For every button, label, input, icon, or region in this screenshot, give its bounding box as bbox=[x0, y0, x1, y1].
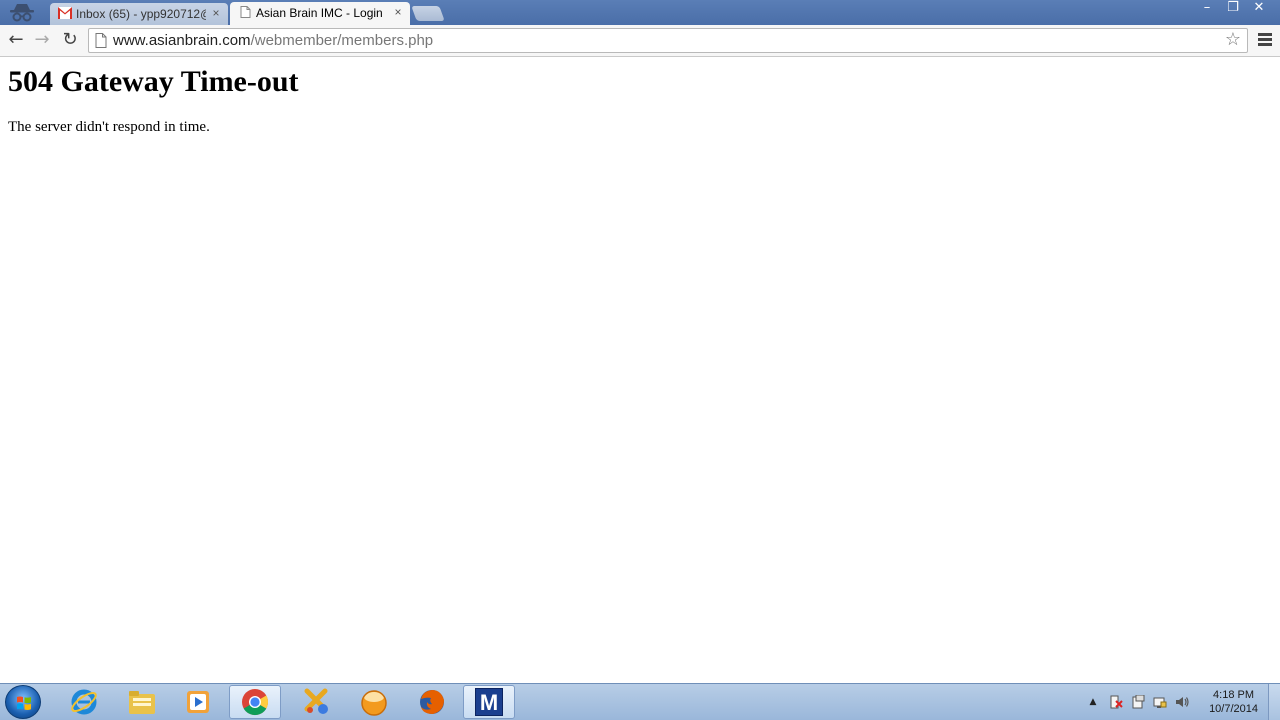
volume-icon[interactable] bbox=[1175, 695, 1189, 709]
close-window-button[interactable]: ✕ bbox=[1246, 0, 1272, 18]
action-center-icon[interactable] bbox=[1109, 695, 1123, 709]
taskbar-orange-app[interactable] bbox=[348, 685, 400, 719]
address-bar[interactable]: www.asianbrain.com/webmember/members.php… bbox=[88, 28, 1248, 53]
tab-close-icon[interactable]: × bbox=[392, 4, 404, 20]
taskbar-clock[interactable]: 4:18 PM 10/7/2014 bbox=[1209, 688, 1258, 716]
window-controls: – ❐ ✕ bbox=[1194, 0, 1272, 18]
browser-titlebar: Inbox (65) - ypp920712@g × Asian Brain I… bbox=[0, 0, 1280, 25]
tab-title: Asian Brain IMC - Login bbox=[256, 6, 383, 20]
url-host: www.asianbrain.com bbox=[113, 32, 251, 49]
file-explorer-icon bbox=[129, 691, 155, 714]
bookmark-star-icon[interactable]: ☆ bbox=[1223, 30, 1243, 50]
taskbar-file-explorer[interactable] bbox=[116, 685, 168, 719]
clock-time: 4:18 PM bbox=[1213, 689, 1255, 701]
tab-title: Inbox (65) - ypp920712@g bbox=[76, 7, 206, 21]
taskbar-games[interactable] bbox=[290, 685, 342, 719]
incognito-icon bbox=[10, 4, 34, 22]
minimize-button[interactable]: – bbox=[1194, 0, 1220, 18]
start-button[interactable] bbox=[5, 685, 41, 719]
chrome-menu-icon[interactable] bbox=[1258, 33, 1272, 47]
media-player-icon bbox=[187, 691, 209, 713]
chrome-icon bbox=[242, 689, 269, 716]
error-message: The server didn't respond in time. bbox=[8, 119, 210, 135]
clock-date: 10/7/2014 bbox=[1209, 703, 1258, 715]
reload-button[interactable]: ↻ bbox=[58, 29, 82, 53]
network-icon[interactable] bbox=[1153, 695, 1167, 709]
games-icon bbox=[304, 688, 328, 714]
tab-asian-brain-login[interactable]: Asian Brain IMC - Login × bbox=[230, 2, 410, 25]
new-tab-button[interactable] bbox=[411, 6, 445, 21]
taskbar-m-app[interactable]: M bbox=[463, 685, 515, 719]
show-hidden-icons-icon[interactable]: ▲ bbox=[1086, 695, 1100, 709]
orange-app-icon bbox=[361, 690, 387, 716]
page-icon bbox=[240, 6, 251, 18]
internet-explorer-icon bbox=[71, 689, 97, 715]
device-icon[interactable] bbox=[1131, 695, 1145, 709]
url-text[interactable]: www.asianbrain.com/webmember/members.php bbox=[113, 32, 433, 50]
m-app-icon: M bbox=[475, 688, 503, 716]
tab-gmail-inbox[interactable]: Inbox (65) - ypp920712@g × bbox=[50, 3, 228, 25]
page-title: 504 Gateway Time-out bbox=[8, 65, 299, 98]
taskbar-media-player[interactable] bbox=[172, 685, 224, 719]
taskbar-chrome[interactable] bbox=[229, 685, 281, 719]
back-button[interactable]: ← bbox=[4, 29, 28, 53]
page-content: 504 Gateway Time-out The server didn't r… bbox=[0, 57, 1280, 683]
taskbar-internet-explorer[interactable] bbox=[58, 685, 110, 719]
windows-logo-icon bbox=[17, 696, 31, 710]
url-path: /webmember/members.php bbox=[250, 32, 434, 49]
gmail-icon bbox=[58, 7, 72, 19]
page-icon bbox=[95, 33, 107, 48]
maximize-button[interactable]: ❐ bbox=[1220, 0, 1246, 18]
windows-taskbar: M ▲ 4:18 PM 10/7/2014 bbox=[0, 683, 1280, 720]
firefox-icon bbox=[420, 690, 444, 714]
browser-toolbar: ← → ↻ www.asianbrain.com/webmember/membe… bbox=[0, 25, 1280, 57]
taskbar-firefox[interactable] bbox=[406, 685, 458, 719]
show-desktop-button[interactable] bbox=[1268, 684, 1280, 720]
tab-close-icon[interactable]: × bbox=[210, 5, 222, 21]
system-tray: ▲ 4:18 PM 10/7/2014 bbox=[1080, 684, 1280, 720]
forward-button[interactable]: → bbox=[30, 29, 54, 53]
